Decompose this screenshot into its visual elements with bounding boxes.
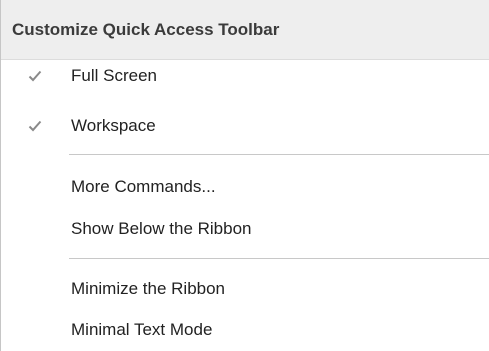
menu-item-label: Full Screen [71,66,157,85]
menu-item-label: More Commands... [71,177,216,196]
menu-item-label: Workspace [71,116,156,135]
separator [69,258,489,259]
quick-access-toolbar-menu: Customize Quick Access Toolbar Full Scre… [0,0,489,351]
menu-title: Customize Quick Access Toolbar [1,0,489,60]
menu-item-label: Show Below the Ribbon [71,219,252,238]
menu-item-workspace[interactable]: Workspace [1,103,489,149]
separator [69,154,489,155]
menu-item-show-below-ribbon[interactable]: Show Below the Ribbon [1,206,489,252]
menu-item-minimal-text-mode[interactable]: Minimal Text Mode [1,307,489,351]
checkmark-icon [27,118,43,134]
menu-item-more-commands[interactable]: More Commands... [1,164,489,210]
menu-item-minimize-ribbon[interactable]: Minimize the Ribbon [1,266,489,312]
menu-item-label: Minimize the Ribbon [71,279,226,298]
checkmark-icon [27,68,43,84]
menu-item-label: Minimal Text Mode [71,320,213,339]
menu-item-full-screen[interactable]: Full Screen [1,53,489,99]
